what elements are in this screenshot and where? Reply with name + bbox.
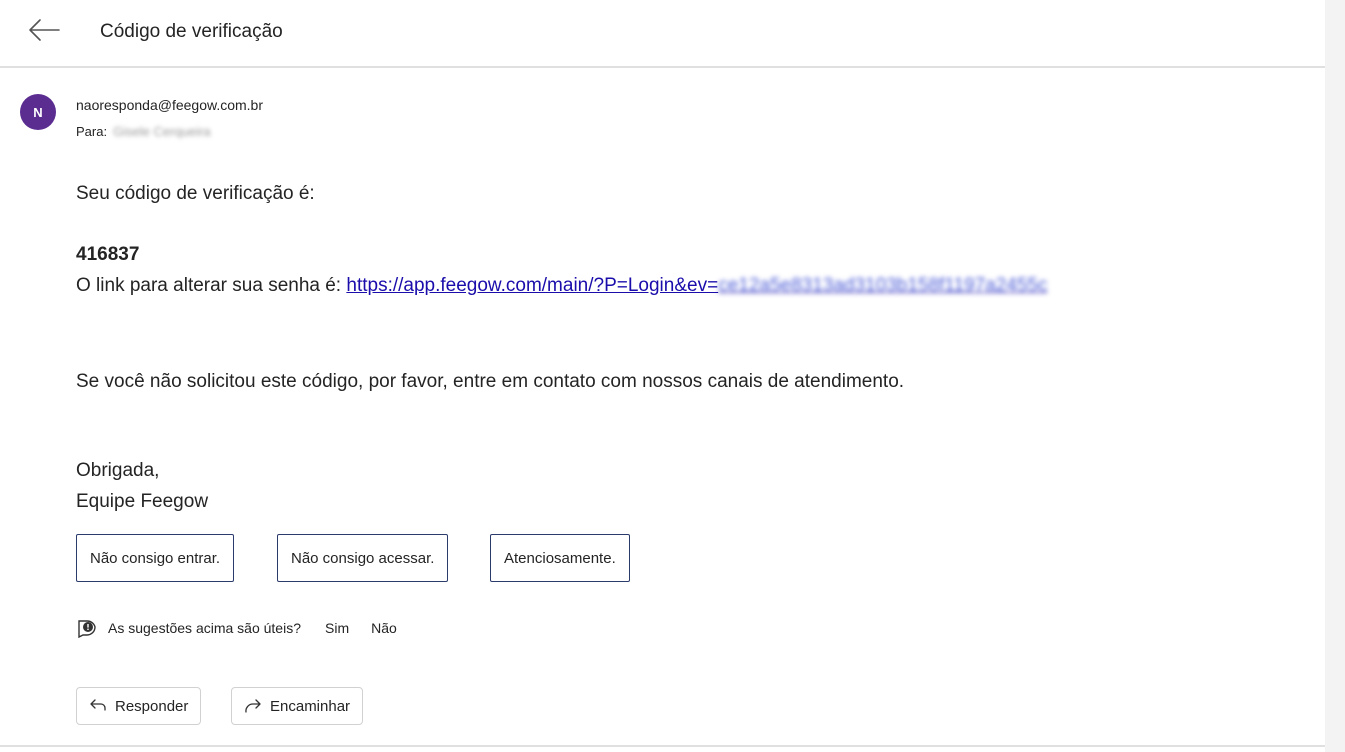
arrow-left-icon bbox=[27, 18, 61, 47]
recipient-line: Para: Gisele Cerqueira bbox=[76, 124, 211, 139]
suggested-reply-button[interactable]: Atenciosamente. bbox=[490, 534, 630, 582]
suggested-reply-button[interactable]: Não consigo acessar. bbox=[277, 534, 449, 582]
body-disclaimer: Se você não solicitou este código, por f… bbox=[76, 371, 905, 392]
message-subject: Código de verificação bbox=[100, 21, 283, 42]
feedback-yes-link[interactable]: Sim bbox=[325, 620, 349, 636]
right-scroll-gutter bbox=[1325, 0, 1345, 752]
forward-icon bbox=[244, 699, 262, 713]
body-intro: Seu código de verificação é: bbox=[76, 183, 315, 204]
suggested-reply-button[interactable]: Não consigo entrar. bbox=[76, 534, 235, 582]
sender-address[interactable]: naoresponda@feegow.com.br bbox=[76, 97, 263, 113]
reply-label: Responder bbox=[115, 697, 189, 715]
sender-avatar: N bbox=[20, 94, 56, 130]
back-button[interactable] bbox=[26, 16, 62, 48]
forward-label: Encaminhar bbox=[270, 697, 351, 715]
bottom-divider bbox=[0, 745, 1325, 747]
password-reset-link[interactable]: https://app.feegow.com/main/?P=Login&ev=… bbox=[346, 275, 1047, 296]
link-prefix: O link para alterar sua senha é: bbox=[76, 275, 347, 296]
password-link-line: O link para alterar sua senha é: https:/… bbox=[76, 274, 1048, 298]
recipient-name[interactable]: Gisele Cerqueira bbox=[113, 124, 211, 139]
to-label: Para: bbox=[76, 124, 108, 139]
reply-button[interactable]: Responder bbox=[76, 687, 202, 725]
feedback-no-link[interactable]: Não bbox=[371, 620, 397, 636]
body-signature: Equipe Feegow bbox=[76, 491, 209, 512]
reading-pane: Código de verificação N naoresponda@feeg… bbox=[0, 0, 1325, 752]
link-visible-part: https://app.feegow.com/main/?P=Login&ev= bbox=[346, 275, 719, 296]
forward-button[interactable]: Encaminhar bbox=[231, 687, 364, 725]
message-header: Código de verificação bbox=[0, 0, 1325, 68]
body-signoff: Obrigada, bbox=[76, 460, 160, 481]
reply-icon bbox=[89, 699, 107, 713]
feedback-question: As sugestões acima são úteis? bbox=[108, 620, 301, 636]
suggestion-feedback: As sugestões acima são úteis? Sim Não bbox=[76, 618, 397, 638]
feedback-icon bbox=[76, 618, 98, 638]
link-blurred-part: ce12a5e8313ad3103b158f1197a2455c bbox=[718, 275, 1048, 296]
verification-code: 416837 bbox=[76, 244, 140, 265]
